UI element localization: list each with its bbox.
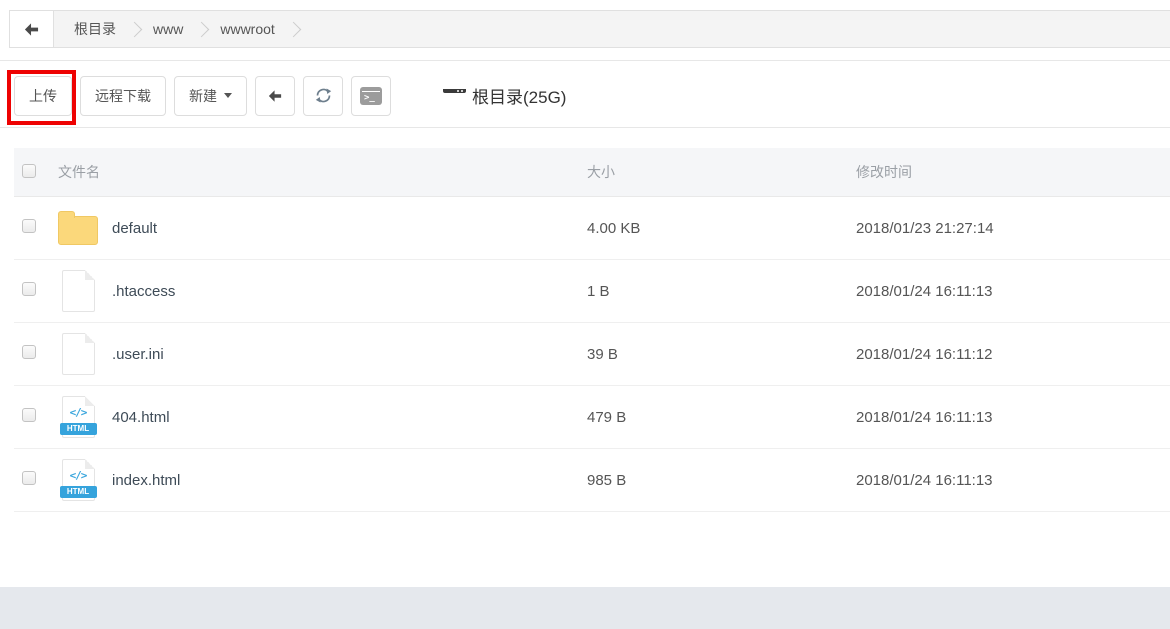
select-all-checkbox[interactable] (22, 164, 36, 178)
row-checkbox[interactable] (22, 408, 36, 422)
file-size: 1 B (587, 283, 856, 300)
column-header-size: 大小 (587, 162, 856, 182)
file-mtime: 2018/01/23 21:27:14 (856, 220, 1170, 237)
row-checkbox[interactable] (22, 471, 36, 485)
table-row-htaccess[interactable]: .htaccess 1 B 2018/01/24 16:11:13 (14, 260, 1170, 323)
toolbar: 上传 远程下载 新建 >_ 根目录(25G) (0, 60, 1170, 128)
terminal-icon: >_ (360, 87, 382, 105)
file-size: 479 B (587, 409, 856, 426)
folder-icon (58, 216, 98, 245)
refresh-button[interactable] (303, 76, 343, 116)
file-mtime: 2018/01/24 16:11:13 (856, 472, 1170, 489)
file-icon (62, 270, 95, 312)
column-header-mtime: 修改时间 (856, 162, 1170, 182)
disk-root-label: 根目录(25G) (472, 83, 566, 108)
chevron-right-icon (127, 21, 143, 37)
html-file-icon: </> HTML (62, 459, 95, 501)
back-button[interactable] (255, 76, 295, 116)
footer-band (0, 587, 1170, 629)
table-row-default[interactable]: default 4.00 KB 2018/01/23 21:27:14 (14, 197, 1170, 260)
column-header-filename: 文件名 (58, 162, 587, 182)
chevron-right-icon (194, 21, 210, 37)
table-row-404html[interactable]: </> HTML 404.html 479 B 2018/01/24 16:11… (14, 386, 1170, 449)
file-name-link[interactable]: default (112, 220, 157, 237)
file-mtime: 2018/01/24 16:11:13 (856, 283, 1170, 300)
table-header-row: 文件名 大小 修改时间 (14, 148, 1170, 197)
breadcrumb-items: 根目录 www wwwroot (54, 11, 302, 47)
terminal-button[interactable]: >_ (351, 76, 391, 116)
remote-download-button[interactable]: 远程下载 (80, 76, 166, 116)
file-size: 4.00 KB (587, 220, 856, 237)
refresh-icon (314, 86, 333, 105)
arrow-left-icon (267, 89, 283, 103)
file-icon (62, 333, 95, 375)
file-name-link[interactable]: .htaccess (112, 283, 175, 300)
caret-down-icon (224, 93, 232, 98)
arrow-left-icon (23, 22, 40, 37)
disk-root-link[interactable]: 根目录(25G) (443, 83, 566, 108)
chevron-right-icon (286, 21, 302, 37)
breadcrumb-back-button[interactable] (10, 11, 54, 47)
html-file-icon: </> HTML (62, 396, 95, 438)
file-name-link[interactable]: 404.html (112, 409, 170, 426)
breadcrumb: 根目录 www wwwroot (9, 10, 1170, 48)
table-row-indexhtml[interactable]: </> HTML index.html 985 B 2018/01/24 16:… (14, 449, 1170, 512)
file-mtime: 2018/01/24 16:11:12 (856, 346, 1170, 363)
breadcrumb-item-www[interactable]: www (143, 21, 193, 37)
row-checkbox[interactable] (22, 282, 36, 296)
row-checkbox[interactable] (22, 345, 36, 359)
table-row-userini[interactable]: .user.ini 39 B 2018/01/24 16:11:12 (14, 323, 1170, 386)
file-mtime: 2018/01/24 16:11:13 (856, 409, 1170, 426)
file-name-link[interactable]: index.html (112, 472, 180, 489)
breadcrumb-item-root[interactable]: 根目录 (64, 19, 126, 39)
row-checkbox[interactable] (22, 219, 36, 233)
new-dropdown-button[interactable]: 新建 (174, 76, 247, 116)
file-table: 文件名 大小 修改时间 default 4.00 KB 2018/01/23 2… (14, 148, 1170, 512)
breadcrumb-item-wwwroot[interactable]: wwwroot (210, 21, 284, 37)
file-size: 39 B (587, 346, 856, 363)
hard-drive-icon (443, 88, 466, 104)
new-dropdown-label: 新建 (189, 86, 217, 106)
upload-button[interactable]: 上传 (14, 76, 72, 116)
file-name-link[interactable]: .user.ini (112, 346, 164, 363)
file-size: 985 B (587, 472, 856, 489)
